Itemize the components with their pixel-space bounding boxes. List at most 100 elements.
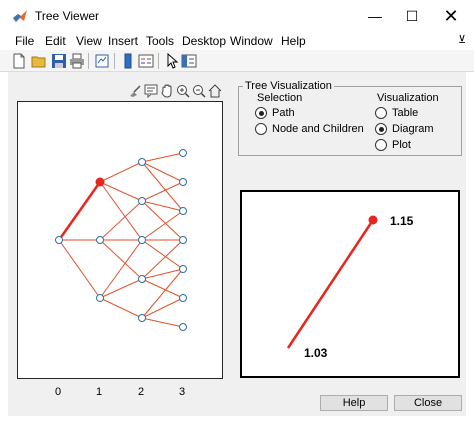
help-button[interactable]: Help: [320, 395, 388, 411]
close-icon: ✕: [443, 5, 459, 26]
tree-node[interactable]: [179, 265, 187, 273]
tree-edge: [141, 297, 184, 319]
menu-view[interactable]: View: [76, 34, 102, 48]
tree-edge: [141, 210, 184, 241]
toolbar-separator: [158, 53, 159, 69]
tree-edge: [99, 181, 143, 241]
path-end-value: 1.15: [390, 214, 414, 228]
property-inspector-icon[interactable]: [181, 53, 197, 69]
radio-node-and-children[interactable]: Node and Children: [255, 123, 364, 135]
tree-edge: [141, 161, 184, 183]
home-icon[interactable]: [208, 84, 222, 98]
x-tick-label: 3: [178, 386, 186, 398]
toolbar-separator: [114, 53, 115, 69]
tree-edge: [141, 161, 184, 212]
close-window-button[interactable]: ✕: [428, 0, 474, 32]
zoom-out-icon[interactable]: [192, 84, 206, 98]
tree-edge: [58, 239, 101, 299]
path-end-marker: [368, 215, 378, 225]
radio-label: Node and Children: [272, 123, 364, 135]
close-button[interactable]: Close: [394, 395, 462, 411]
selected-tree-node[interactable]: [95, 177, 105, 187]
data-tips-icon[interactable]: [144, 84, 158, 98]
path-line: [286, 215, 378, 349]
tree-node[interactable]: [179, 236, 187, 244]
title-bar: Tree Viewer — ☐ ✕: [0, 0, 474, 32]
tree-diagram: [55, 149, 187, 331]
tree-edge: [141, 200, 184, 241]
tree-node[interactable]: [138, 197, 146, 205]
x-tick-label: 0: [54, 386, 62, 398]
tree-edge: [141, 181, 184, 202]
menu-help[interactable]: Help: [281, 34, 306, 48]
legend-icon[interactable]: [138, 53, 154, 69]
x-tick-label: 1: [95, 386, 103, 398]
open-file-icon[interactable]: [31, 53, 47, 69]
menu-file[interactable]: File: [15, 34, 34, 48]
tree-edge: [99, 200, 143, 241]
radio-path[interactable]: Path: [255, 107, 295, 119]
maximize-icon: ☐: [405, 7, 419, 24]
tree-edge: [141, 239, 184, 280]
tree-node[interactable]: [138, 314, 146, 322]
tree-node[interactable]: [179, 149, 187, 157]
new-figure-icon[interactable]: [11, 53, 27, 69]
tree-edge: [141, 268, 184, 319]
export-icon[interactable]: [94, 53, 110, 69]
minimize-icon: —: [368, 8, 382, 24]
radio-plot[interactable]: Plot: [375, 139, 411, 151]
panel-title: Tree Visualization: [243, 80, 334, 92]
tree-edge: [141, 268, 184, 280]
dock-icon[interactable]: ⊻: [458, 33, 466, 46]
brush-icon[interactable]: [128, 84, 142, 98]
path-segment: [286, 219, 375, 349]
radio-button[interactable]: [375, 107, 387, 119]
tree-edge: [141, 152, 184, 163]
visualization-group-label: Visualization: [377, 92, 439, 104]
tree-node[interactable]: [179, 294, 187, 302]
radio-button[interactable]: [375, 139, 387, 151]
tree-edge: [99, 239, 143, 280]
tree-node[interactable]: [179, 323, 187, 331]
radio-label: Diagram: [392, 123, 434, 135]
tree-node[interactable]: [179, 178, 187, 186]
zoom-in-icon[interactable]: [176, 84, 190, 98]
tree-plot-axes[interactable]: [17, 101, 223, 379]
tree-node[interactable]: [138, 236, 146, 244]
menu-window[interactable]: Window: [230, 34, 273, 48]
tree-edge: [99, 161, 143, 183]
radio-button[interactable]: [255, 123, 267, 135]
tree-edge: [99, 297, 143, 319]
colorbar-icon[interactable]: [120, 53, 136, 69]
tree-node[interactable]: [138, 158, 146, 166]
menu-insert[interactable]: Insert: [108, 34, 138, 48]
path-plot-axes: 1.15 1.03: [240, 190, 460, 378]
tree-edge: [141, 278, 184, 299]
figure-toolbar: [0, 50, 474, 72]
pointer-icon[interactable]: [164, 53, 180, 69]
tree-edge: [141, 200, 184, 212]
save-icon[interactable]: [51, 53, 67, 69]
menu-desktop[interactable]: Desktop: [182, 34, 226, 48]
radio-button-selected[interactable]: [255, 107, 267, 119]
pan-icon[interactable]: [160, 84, 174, 98]
tree-node[interactable]: [96, 236, 104, 244]
tree-node[interactable]: [138, 275, 146, 283]
radio-table[interactable]: Table: [375, 107, 418, 119]
tree-node[interactable]: [179, 207, 187, 215]
print-icon[interactable]: [69, 53, 85, 69]
toolbar-separator: [88, 53, 89, 69]
radio-diagram[interactable]: Diagram: [375, 123, 434, 135]
window-title: Tree Viewer: [35, 9, 100, 23]
tree-edge: [141, 239, 184, 270]
menu-tools[interactable]: Tools: [146, 34, 174, 48]
path-start-value: 1.03: [304, 346, 328, 360]
tree-node[interactable]: [55, 236, 63, 244]
radio-button-selected[interactable]: [375, 123, 387, 135]
tree-node[interactable]: [96, 294, 104, 302]
radio-label: Table: [392, 107, 419, 119]
menu-edit[interactable]: Edit: [45, 34, 66, 48]
tree-edge: [141, 317, 184, 328]
radio-label: Path: [272, 107, 295, 119]
selection-group-label: Selection: [257, 92, 303, 104]
